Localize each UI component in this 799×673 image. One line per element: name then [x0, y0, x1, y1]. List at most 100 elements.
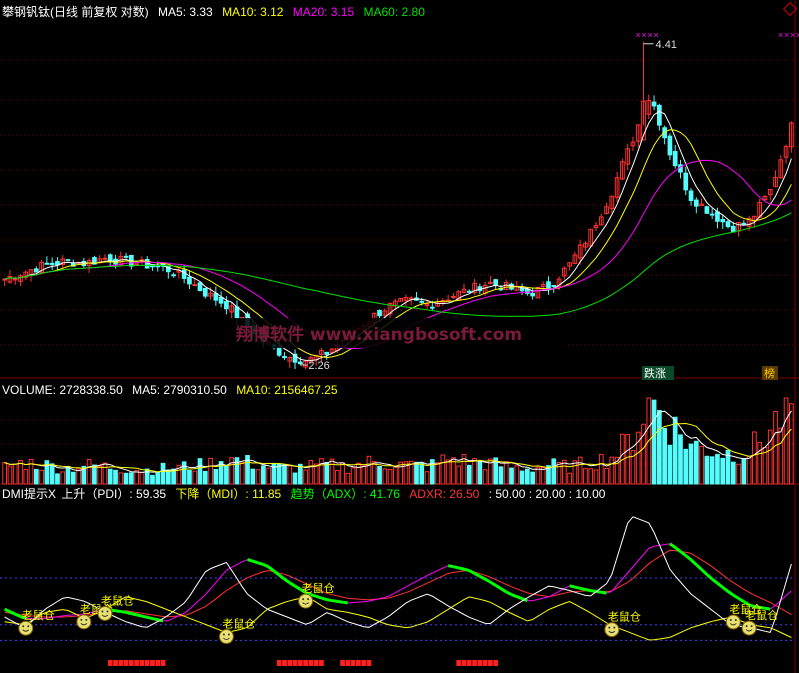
- adx-segment: [416, 577, 422, 582]
- signal-marker: [461, 660, 467, 666]
- signal-marker: [350, 660, 356, 666]
- volume-bar: [752, 431, 757, 485]
- volume-bar: [783, 397, 789, 485]
- candle-body: [224, 301, 229, 310]
- adx-segment: [484, 577, 492, 584]
- volume-bar: [208, 457, 213, 485]
- candle-body: [297, 361, 303, 365]
- candle-body: [134, 263, 139, 266]
- candle-body: [546, 281, 551, 290]
- candle-body: [709, 213, 715, 216]
- signal-marker: [340, 660, 345, 666]
- mouse-label: 老鼠仓: [22, 608, 55, 622]
- smiley-eye: [27, 625, 30, 628]
- candle-body: [419, 300, 425, 303]
- volume-bar: [498, 466, 504, 485]
- volume-bar: [345, 472, 351, 485]
- volume-bar: [60, 471, 66, 485]
- stock-chart[interactable]: 老鼠仓 老鼠仓老鼠仓老鼠仓老鼠仓老鼠仓老鼠仓老鼠仓 4.412.26× × × × × × ×…: [0, 0, 799, 673]
- adx-segment: [115, 609, 122, 614]
- signal-marker: [287, 660, 293, 666]
- signal-marker: [493, 660, 499, 666]
- volume-bar: [261, 465, 266, 485]
- signal-marker: [292, 660, 298, 666]
- candle-body: [197, 282, 203, 292]
- smiley-eye: [307, 598, 310, 601]
- mdi-label: 下降（MDI）: 11.85: [175, 487, 282, 501]
- smiley-icon: [741, 620, 757, 636]
- smiley-eye: [227, 633, 230, 636]
- candle-body: [715, 211, 720, 222]
- candle-body: [192, 284, 198, 287]
- volume-bar: [609, 456, 615, 485]
- volume-bar: [340, 462, 345, 485]
- volume-bar: [662, 427, 667, 485]
- volume-bar: [366, 455, 372, 485]
- candle-body: [530, 292, 535, 297]
- volume-bar: [197, 458, 203, 485]
- adx-segment: [405, 583, 412, 588]
- adx-segment: [569, 584, 576, 589]
- adx-segment: [684, 554, 692, 561]
- adx-segment: [648, 545, 655, 549]
- volume-bar: [2, 462, 7, 485]
- volume-bar: [509, 467, 514, 485]
- smiley-eye: [85, 618, 88, 621]
- adx-segment: [537, 597, 544, 600]
- volume-bar: [393, 466, 398, 485]
- volume-bar: [651, 399, 657, 485]
- volume-bar: [92, 464, 97, 485]
- adx-segment: [146, 615, 153, 621]
- adx-segment: [458, 566, 465, 571]
- signal-marker: [113, 660, 118, 666]
- volume-bar: [387, 468, 393, 485]
- volume-bar: [535, 466, 541, 485]
- volume-ma5-label: MA5: 2790310.50: [132, 383, 227, 397]
- mouse-label: 老鼠仓: [101, 593, 134, 607]
- adx-segment: [442, 565, 449, 569]
- volume-bar: [773, 410, 778, 485]
- candle-body: [213, 293, 219, 301]
- volume-bar: [7, 465, 13, 485]
- smiley-icon: [97, 605, 113, 621]
- volume-bar: [767, 429, 773, 485]
- signal-marker: [488, 660, 493, 666]
- volume-bar: [324, 461, 330, 485]
- volume-bar: [250, 468, 256, 485]
- volume-bar: [150, 474, 155, 485]
- candle-body: [693, 199, 699, 207]
- volume-bar: [313, 463, 319, 485]
- volume-bar: [778, 427, 784, 485]
- adx-segment: [453, 565, 460, 570]
- stock-title: 攀钢钒钛(日线 前复权 对数): [2, 5, 149, 19]
- candle-body: [429, 306, 435, 309]
- signal-marker: [477, 660, 483, 666]
- candle-body: [451, 295, 456, 298]
- candle-body: [171, 274, 176, 277]
- volume-bar: [155, 471, 161, 485]
- signal-marker: [361, 660, 367, 666]
- adx-segment: [242, 559, 248, 563]
- volume-header: VOLUME: 2728338.50 MA5: 2790310.50 MA10:…: [2, 382, 344, 398]
- adx-segment: [262, 563, 270, 569]
- smiley-eye: [101, 610, 104, 613]
- volume-bar: [334, 469, 340, 485]
- overlay-layer: 4.412.26× × × × × × × ×跌涨 榜翔博软件 www.xiangbosoft.…: [228, 30, 799, 380]
- volume-bar: [377, 465, 382, 485]
- smiley-eye: [608, 626, 611, 629]
- volume-bar: [224, 465, 229, 485]
- volume-bar: [107, 468, 113, 485]
- adx-segment: [532, 598, 539, 602]
- signal-marker: [107, 660, 113, 666]
- candle-body: [688, 190, 694, 201]
- volume-bar: [672, 416, 678, 485]
- adx-segment: [510, 593, 518, 599]
- candle-body: [12, 278, 18, 281]
- signal-marker: [128, 660, 134, 666]
- volume-bar: [583, 468, 588, 485]
- volume-bar: [39, 469, 44, 485]
- volume-bar: [514, 465, 520, 485]
- volume-bar: [657, 409, 662, 485]
- marker-x: ×: [654, 30, 659, 40]
- volume-bar: [746, 455, 752, 485]
